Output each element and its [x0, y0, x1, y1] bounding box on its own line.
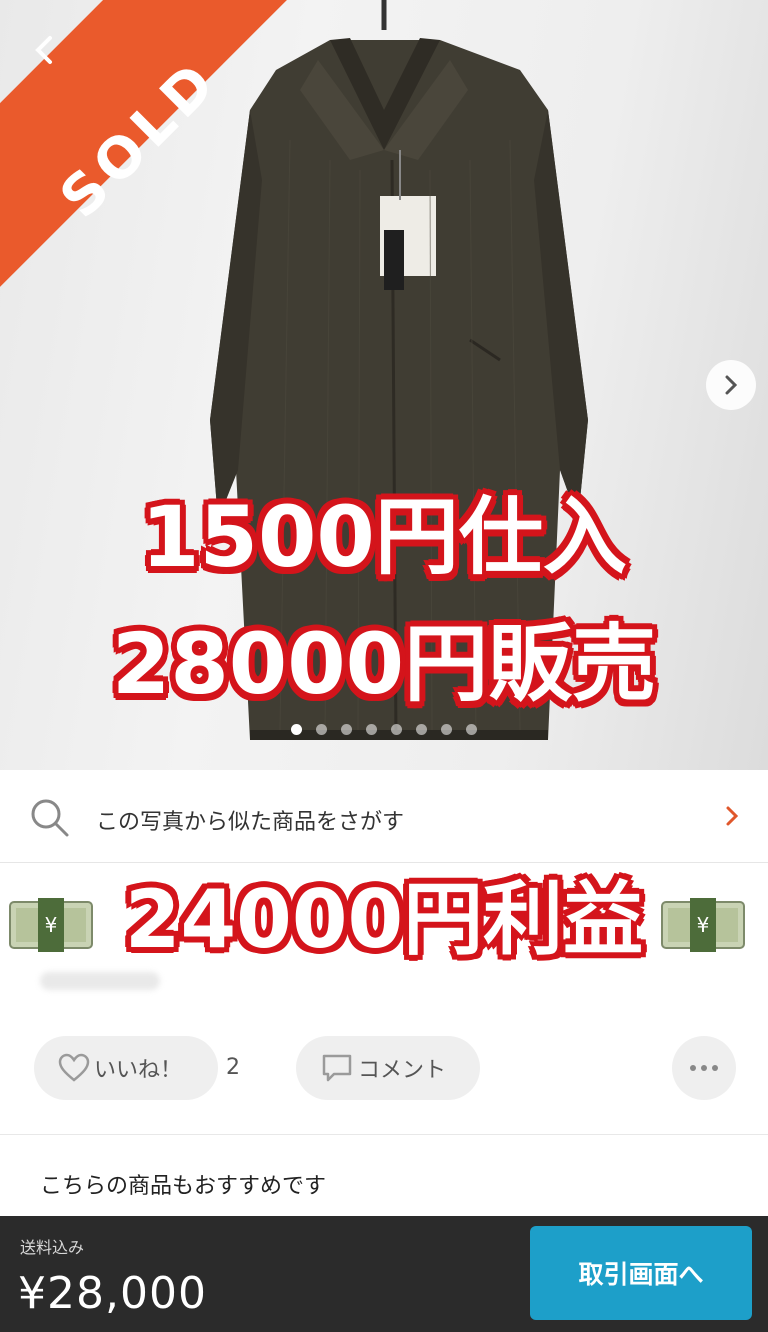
next-image-button[interactable]: [706, 360, 756, 410]
heart-icon: [58, 1053, 90, 1082]
magnifier-icon: [31, 799, 69, 837]
like-count: 2: [226, 1055, 240, 1080]
chevron-left-icon[interactable]: [28, 30, 58, 70]
carousel-dot[interactable]: [316, 724, 327, 735]
comment-label: コメント: [358, 1058, 447, 1083]
sale-price-overlay: 28000円販売: [111, 615, 657, 713]
purchase-bar: 送料込み ¥28,000 取引画面へ: [0, 1216, 768, 1332]
like-button[interactable]: いいね！: [34, 1036, 218, 1100]
chevron-right-icon: [725, 375, 738, 395]
ellipsis-icon: [690, 1065, 718, 1071]
similar-items-label: この写真から似た商品をさがす: [96, 810, 405, 835]
carousel-dot[interactable]: [291, 724, 302, 735]
profit-overlay: 24000円利益: [124, 873, 644, 966]
trade-screen-button[interactable]: 取引画面へ: [530, 1226, 752, 1320]
carousel-indicator: [0, 724, 768, 735]
carousel-dot[interactable]: [391, 724, 402, 735]
recommendations-heading: こちらの商品もおすすめです: [40, 1174, 327, 1199]
speech-bubble-icon: [322, 1054, 352, 1082]
comment-button[interactable]: コメント: [296, 1036, 480, 1100]
similar-items-search[interactable]: この写真から似た商品をさがす: [0, 770, 768, 863]
more-options-button[interactable]: [672, 1036, 736, 1100]
carousel-dot[interactable]: [366, 724, 377, 735]
product-title-blurred: [40, 972, 160, 990]
carousel-dot[interactable]: [341, 724, 352, 735]
carousel-dot[interactable]: [466, 724, 477, 735]
like-label: いいね！: [94, 1058, 183, 1083]
carousel-dot[interactable]: [416, 724, 427, 735]
section-divider: [0, 1134, 768, 1135]
chevron-right-icon: [726, 806, 739, 826]
product-image-carousel[interactable]: SOLD 1500円仕入 28000円販売: [0, 0, 768, 770]
carousel-dot[interactable]: [441, 724, 452, 735]
price: ¥28,000: [18, 1268, 207, 1319]
shipping-included-label: 送料込み: [20, 1238, 85, 1257]
purchase-cost-overlay: 1500円仕入: [141, 488, 627, 586]
